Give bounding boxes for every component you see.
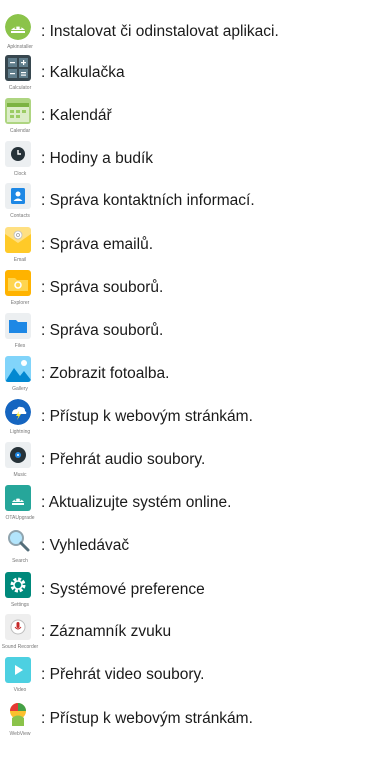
- icon-cell: Sound Recorder: [0, 610, 40, 654]
- icon-caption: OTAUpgrade: [5, 515, 35, 521]
- clock-icon: [5, 141, 31, 167]
- video-icon: [5, 657, 31, 683]
- icon-cell: OTAUpgrade: [0, 481, 40, 525]
- icon-caption: Apkinstaller: [7, 44, 33, 50]
- icon-cell: Gallery: [0, 352, 40, 396]
- icon-caption: Settings: [10, 602, 30, 608]
- list-item: Email : Správa emailů.: [0, 225, 376, 265]
- sound-recorder-icon: [5, 614, 31, 640]
- item-description: : Správa souborů.: [41, 279, 164, 296]
- explorer-icon: [5, 270, 31, 296]
- settings-icon: [5, 572, 31, 598]
- item-description: : Instalovat či odinstalovat aplikaci.: [41, 23, 279, 40]
- list-item: Sound Recorder : Záznamník zvuku: [0, 612, 376, 652]
- lightning-browser-icon: [5, 399, 31, 425]
- icon-caption: Explorer: [10, 300, 30, 306]
- icon-cell: Search: [0, 524, 40, 568]
- files-icon: [5, 313, 31, 339]
- icon-cell: Explorer: [0, 266, 40, 310]
- icon-cell: Calculator: [0, 51, 40, 95]
- item-description: : Aktualizujte systém online.: [41, 494, 232, 511]
- list-item: Gallery : Zobrazit fotoalba.: [0, 354, 376, 394]
- item-description: : Záznamník zvuku: [41, 623, 172, 640]
- item-description: : Správa emailů.: [41, 236, 153, 253]
- icon-caption: Gallery: [12, 386, 28, 392]
- app-description-list: Apkinstaller : Instalovat či odinstalova…: [0, 0, 376, 776]
- list-item: Clock : Hodiny a budík: [0, 139, 376, 179]
- icon-cell: Clock: [0, 137, 40, 181]
- item-description: : Zobrazit fotoalba.: [41, 365, 170, 382]
- icon-cell: WebView: [0, 697, 40, 741]
- music-icon: [5, 442, 31, 468]
- ota-upgrade-icon: [5, 485, 31, 511]
- calendar-icon: [5, 98, 31, 124]
- icon-cell: Music: [0, 438, 40, 482]
- item-description: : Přehrát video soubory.: [41, 666, 205, 683]
- list-item: WebView : Přístup k webovým stránkám.: [0, 699, 376, 739]
- list-item: Files : Správa souborů.: [0, 311, 376, 351]
- icon-caption: Calculator: [8, 85, 32, 91]
- item-description: : Správa souborů.: [41, 322, 164, 339]
- item-description: : Kalendář: [41, 107, 112, 124]
- icon-caption: Email: [13, 257, 27, 263]
- icon-caption: Clock: [13, 171, 27, 177]
- icon-caption: Lightning: [9, 429, 31, 435]
- gallery-icon: [5, 356, 31, 382]
- item-description: : Přístup k webovým stránkám.: [41, 710, 253, 727]
- search-icon: [5, 528, 31, 554]
- icon-caption: Sound Recorder: [1, 644, 39, 650]
- list-item: Music : Přehrát audio soubory.: [0, 440, 376, 480]
- icon-cell: Lightning: [0, 395, 40, 439]
- icon-caption: Search: [12, 558, 28, 564]
- icon-caption: WebView: [9, 731, 31, 737]
- list-item: Calculator : Kalkulačka: [0, 53, 376, 93]
- item-description: : Hodiny a budík: [41, 150, 154, 167]
- email-icon: [5, 227, 31, 253]
- list-item: Explorer : Správa souborů.: [0, 268, 376, 308]
- item-description: : Vyhledávač: [41, 537, 130, 554]
- calculator-icon: [5, 55, 31, 81]
- icon-cell: Files: [0, 309, 40, 353]
- list-item: OTAUpgrade : Aktualizujte systém online.: [0, 483, 376, 523]
- item-description: : Systémové preference: [41, 581, 205, 598]
- list-item: Video : Přehrát video soubory.: [0, 655, 376, 695]
- list-item: Search : Vyhledávač: [0, 526, 376, 566]
- icon-caption: Video: [13, 687, 27, 693]
- icon-cell: Apkinstaller: [0, 10, 40, 54]
- icon-cell: Settings: [0, 568, 40, 612]
- list-item: Lightning : Přístup k webovým stránkám.: [0, 397, 376, 437]
- icon-cell: Video: [0, 653, 40, 697]
- list-item: Settings : Systémové preference: [0, 570, 376, 610]
- icon-cell: Email: [0, 223, 40, 267]
- item-description: : Přehrát audio soubory.: [41, 451, 206, 468]
- android-icon: [5, 14, 31, 40]
- webview-icon: [5, 701, 31, 727]
- item-description: : Přístup k webovým stránkám.: [41, 408, 253, 425]
- list-item: Apkinstaller : Instalovat či odinstalova…: [0, 12, 376, 52]
- icon-caption: Contacts: [10, 213, 30, 219]
- list-item: Contacts : Správa kontaktních informací.: [0, 181, 376, 221]
- icon-caption: Calendar: [9, 128, 31, 134]
- list-item: Calendar : Kalendář: [0, 96, 376, 136]
- icon-cell: Calendar: [0, 94, 40, 138]
- contacts-icon: [5, 183, 31, 209]
- icon-caption: Files: [14, 343, 26, 349]
- icon-cell: Contacts: [0, 179, 40, 223]
- item-description: : Správa kontaktních informací.: [41, 192, 255, 209]
- item-description: : Kalkulačka: [41, 64, 125, 81]
- icon-caption: Music: [13, 472, 27, 478]
